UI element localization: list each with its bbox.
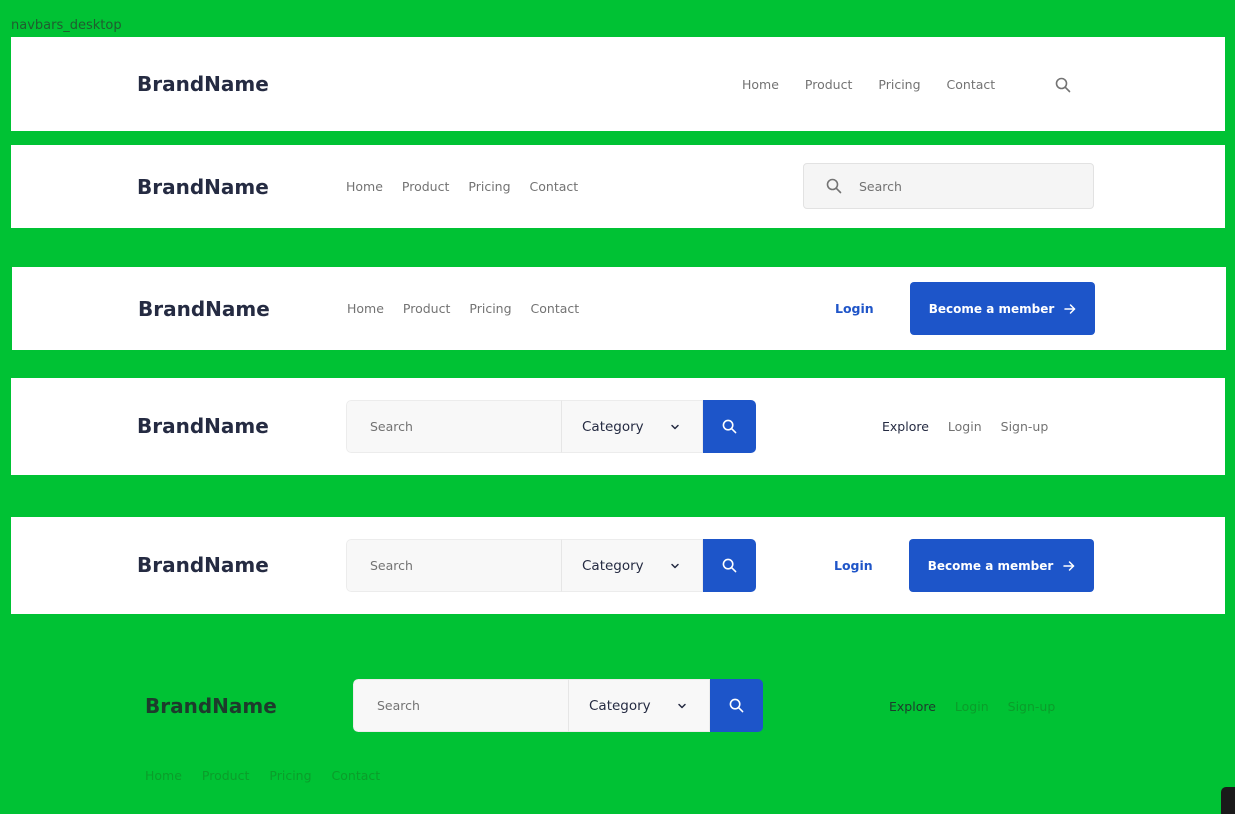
- signup-link[interactable]: Sign-up: [1001, 419, 1049, 434]
- navbar-3: BrandName Home Product Pricing Contact L…: [12, 267, 1226, 350]
- search-icon: [722, 558, 737, 573]
- search-placeholder: Search: [859, 178, 902, 194]
- become-member-label: Become a member: [927, 558, 1054, 573]
- nav-link-home[interactable]: Home: [145, 768, 182, 783]
- brand-logo[interactable]: BrandName: [137, 414, 269, 438]
- auth-links: Explore Login Sign-up: [882, 419, 1048, 434]
- category-dropdown[interactable]: Category: [561, 539, 703, 592]
- arrow-right-icon: [1064, 303, 1076, 314]
- nav-links: Home Product Pricing Contact: [742, 77, 995, 92]
- brand-logo[interactable]: BrandName: [137, 553, 269, 577]
- nav-link-pricing[interactable]: Pricing: [469, 301, 511, 316]
- search-icon: [722, 419, 737, 434]
- navbar-6: BrandName Search Category Explore Login …: [11, 660, 1225, 760]
- login-link[interactable]: Login: [835, 301, 874, 316]
- frame-label: navbars_desktop: [11, 18, 122, 33]
- nav-link-product[interactable]: Product: [402, 179, 449, 194]
- chevron-down-icon: [671, 424, 679, 429]
- arrow-right-icon: [1063, 560, 1075, 571]
- navbar-4: BrandName Search Category Explore Login …: [11, 378, 1225, 475]
- search-icon: [826, 178, 842, 194]
- search-submit-button[interactable]: [710, 679, 763, 732]
- category-label: Category: [582, 418, 644, 435]
- nav-link-home[interactable]: Home: [347, 301, 384, 316]
- signup-link[interactable]: Sign-up: [1008, 699, 1056, 714]
- search-button[interactable]: [1053, 75, 1073, 95]
- chevron-down-icon: [678, 703, 686, 708]
- become-member-label: Become a member: [928, 301, 1055, 316]
- brand-logo[interactable]: BrandName: [145, 694, 277, 718]
- auth-links: Explore Login Sign-up: [889, 699, 1055, 714]
- nav-link-pricing[interactable]: Pricing: [468, 179, 510, 194]
- explore-link[interactable]: Explore: [889, 699, 936, 714]
- search-group: Search Category: [346, 539, 756, 592]
- search-icon: [1055, 77, 1071, 93]
- login-link[interactable]: Login: [955, 699, 989, 714]
- navbar-1: BrandName Home Product Pricing Contact: [11, 37, 1225, 131]
- login-link[interactable]: Login: [834, 558, 873, 573]
- nav-link-pricing[interactable]: Pricing: [269, 768, 311, 783]
- search-input[interactable]: Search: [803, 163, 1094, 209]
- nav-link-contact[interactable]: Contact: [530, 179, 579, 194]
- search-icon: [729, 698, 744, 713]
- nav-link-pricing[interactable]: Pricing: [878, 77, 920, 92]
- category-label: Category: [582, 557, 644, 574]
- search-group: Search Category: [353, 679, 763, 732]
- brand-logo[interactable]: BrandName: [138, 297, 270, 321]
- nav-links-faint: Home Product Pricing Contact: [145, 768, 400, 783]
- brand-logo[interactable]: BrandName: [137, 72, 269, 96]
- search-input[interactable]: Search: [346, 400, 561, 453]
- navbar-2: BrandName Home Product Pricing Contact S…: [11, 145, 1225, 228]
- chevron-down-icon: [671, 563, 679, 568]
- nav-link-contact[interactable]: Contact: [947, 77, 996, 92]
- category-dropdown[interactable]: Category: [561, 400, 703, 453]
- become-member-button[interactable]: Become a member: [910, 282, 1095, 335]
- category-dropdown[interactable]: Category: [568, 679, 710, 732]
- nav-link-product[interactable]: Product: [202, 768, 249, 783]
- become-member-button[interactable]: Become a member: [909, 539, 1094, 592]
- nav-link-contact[interactable]: Contact: [332, 768, 381, 783]
- search-input[interactable]: Search: [346, 539, 561, 592]
- search-input[interactable]: Search: [353, 679, 568, 732]
- nav-link-home[interactable]: Home: [346, 179, 383, 194]
- nav-link-home[interactable]: Home: [742, 77, 779, 92]
- explore-link[interactable]: Explore: [882, 419, 929, 434]
- nav-links: Home Product Pricing Contact: [346, 179, 578, 194]
- nav-links: Home Product Pricing Contact: [347, 301, 579, 316]
- category-label: Category: [589, 697, 651, 714]
- nav-link-product[interactable]: Product: [403, 301, 450, 316]
- corner-tab: [1221, 787, 1235, 814]
- brand-logo[interactable]: BrandName: [137, 175, 269, 199]
- search-group: Search Category: [346, 400, 756, 453]
- nav-link-product[interactable]: Product: [805, 77, 852, 92]
- search-submit-button[interactable]: [703, 539, 756, 592]
- search-submit-button[interactable]: [703, 400, 756, 453]
- login-link[interactable]: Login: [948, 419, 982, 434]
- navbar-5: BrandName Search Category Login Become a…: [11, 517, 1225, 614]
- nav-link-contact[interactable]: Contact: [531, 301, 580, 316]
